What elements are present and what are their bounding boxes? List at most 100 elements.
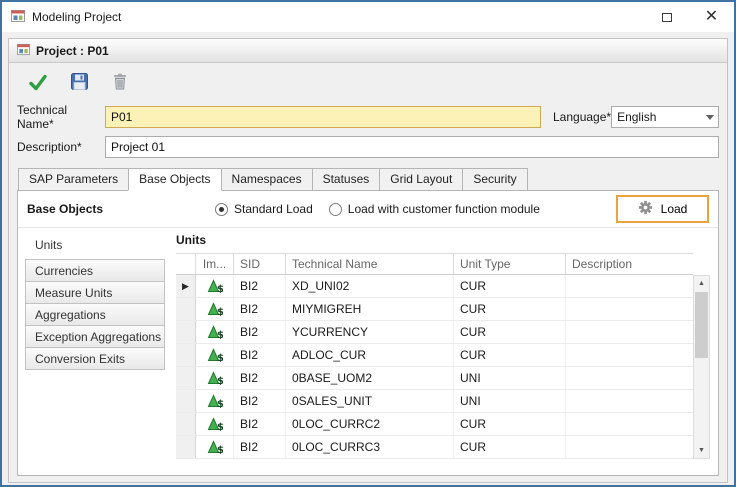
svg-text:$: $: [217, 376, 223, 385]
svg-text:$: $: [217, 353, 223, 362]
grid-title: Units: [176, 233, 710, 253]
scrollbar-thumb[interactable]: [695, 292, 708, 358]
tab-base-objects[interactable]: Base Objects: [128, 168, 221, 191]
vertical-scrollbar[interactable]: ▲ ▼: [693, 275, 710, 459]
cell-technical-name: MIYMIGREH: [286, 298, 454, 320]
sidebar-item-units[interactable]: Units: [25, 233, 165, 256]
cell-sid: BI2: [234, 390, 286, 412]
svg-text:$: $: [217, 307, 223, 316]
tab-security[interactable]: Security: [462, 168, 527, 191]
radio-customer-function-module[interactable]: Load with customer function module: [329, 202, 540, 216]
scroll-up-icon[interactable]: ▲: [694, 276, 709, 291]
svg-text:$: $: [217, 330, 223, 339]
project-group-body: Technical Name* Language* English Descri…: [9, 63, 727, 482]
cell-technical-name: XD_UNI02: [286, 275, 454, 297]
row-selector: [176, 298, 196, 320]
gear-icon: [638, 200, 653, 218]
radio-standard-load[interactable]: Standard Load: [215, 202, 313, 216]
close-icon: ✕: [705, 9, 718, 25]
maximize-button[interactable]: [644, 2, 689, 32]
cell-technical-name: 0LOC_CURRC3: [286, 436, 454, 458]
table-row[interactable]: $ BI2 0LOC_CURRC2 CUR: [176, 413, 693, 436]
table-row[interactable]: $ BI2 MIYMIGREH CUR: [176, 298, 693, 321]
base-objects-panel: Base Objects Standard Load Load with cus…: [17, 190, 719, 476]
cell-description: [566, 436, 693, 458]
base-objects-body: Units Currencies Measure Units Aggregati…: [18, 228, 718, 475]
column-header-sid[interactable]: SID: [234, 254, 286, 274]
save-button[interactable]: [66, 70, 92, 96]
toolbar: [17, 67, 719, 99]
cell-technical-name: 0SALES_UNIT: [286, 390, 454, 412]
load-button-label: Load: [661, 202, 688, 216]
radio-customer-label: Load with customer function module: [348, 202, 540, 216]
row-selector: [176, 344, 196, 366]
chevron-down-icon: [706, 115, 714, 120]
technical-name-label: Technical Name*: [17, 103, 105, 131]
cell-sid: BI2: [234, 321, 286, 343]
table-row[interactable]: ▶ $ BI2 XD_UNI02 CUR: [176, 275, 693, 298]
unit-icon: $: [196, 344, 234, 366]
window-content: Project : P01 Technical: [2, 32, 734, 487]
maximize-icon: [662, 13, 672, 22]
unit-icon: $: [196, 321, 234, 343]
cell-unit-type: CUR: [454, 275, 566, 297]
sidebar-item-currencies[interactable]: Currencies: [25, 259, 165, 282]
column-header-description[interactable]: Description: [566, 254, 693, 274]
cell-unit-type: CUR: [454, 298, 566, 320]
window-title: Modeling Project: [32, 10, 121, 24]
cell-description: [566, 275, 693, 297]
table-row[interactable]: $ BI2 0LOC_CURRC3 CUR: [176, 436, 693, 459]
trash-icon: [111, 72, 129, 94]
app-icon: [11, 9, 25, 26]
tab-grid-layout[interactable]: Grid Layout: [379, 168, 463, 191]
cell-unit-type: UNI: [454, 390, 566, 412]
cell-sid: BI2: [234, 436, 286, 458]
column-header-unit-type[interactable]: Unit Type: [454, 254, 566, 274]
accept-button[interactable]: [25, 70, 51, 96]
grid-header-row: Im... SID Technical Name Unit Type Descr…: [176, 253, 693, 275]
sidebar-item-exception-aggregations[interactable]: Exception Aggregations: [25, 325, 165, 348]
tab-namespaces[interactable]: Namespaces: [221, 168, 313, 191]
sidebar-item-conversion-exits[interactable]: Conversion Exits: [25, 347, 165, 370]
close-button[interactable]: ✕: [689, 2, 734, 32]
cell-description: [566, 344, 693, 366]
units-grid-area: Units Im... SID Technical Name Unit Type: [165, 233, 710, 467]
cell-description: [566, 298, 693, 320]
delete-button[interactable]: [107, 70, 133, 96]
row-selector: [176, 436, 196, 458]
column-header-image[interactable]: Im...: [196, 254, 234, 274]
row-selector: [176, 390, 196, 412]
language-value: English: [617, 110, 656, 124]
table-row[interactable]: $ BI2 0BASE_UOM2 UNI: [176, 367, 693, 390]
description-input[interactable]: [105, 136, 719, 158]
table-row[interactable]: $ BI2 YCURRENCY CUR: [176, 321, 693, 344]
load-button[interactable]: Load: [616, 195, 709, 223]
tab-sap-parameters[interactable]: SAP Parameters: [18, 168, 129, 191]
row-selector: ▶: [176, 275, 196, 297]
description-row: Description*: [17, 135, 719, 159]
cell-description: [566, 367, 693, 389]
table-row[interactable]: $ BI2 ADLOC_CUR CUR: [176, 344, 693, 367]
sidebar-item-aggregations[interactable]: Aggregations: [25, 303, 165, 326]
sidebar-item-measure-units[interactable]: Measure Units: [25, 281, 165, 304]
titlebar: Modeling Project ✕: [2, 2, 734, 32]
base-objects-header: Base Objects Standard Load Load with cus…: [18, 191, 718, 228]
cell-sid: BI2: [234, 298, 286, 320]
scroll-down-icon[interactable]: ▼: [694, 443, 709, 458]
technical-name-input[interactable]: [105, 106, 541, 128]
base-objects-title: Base Objects: [27, 202, 103, 216]
svg-text:$: $: [217, 284, 223, 293]
radio-standard-load-label: Standard Load: [234, 202, 313, 216]
cell-description: [566, 321, 693, 343]
cell-description: [566, 390, 693, 412]
modeling-project-window: Modeling Project ✕ Project : P01: [0, 0, 736, 487]
description-label: Description*: [17, 140, 105, 154]
svg-text:$: $: [217, 445, 223, 454]
unit-icon: $: [196, 436, 234, 458]
table-row[interactable]: $ BI2 0SALES_UNIT UNI: [176, 390, 693, 413]
tab-statuses[interactable]: Statuses: [312, 168, 381, 191]
radio-unselected-icon: [329, 203, 342, 216]
column-header-technical-name[interactable]: Technical Name: [286, 254, 454, 274]
combo-dropdown-button[interactable]: [702, 107, 718, 127]
language-combo[interactable]: English: [611, 106, 719, 128]
